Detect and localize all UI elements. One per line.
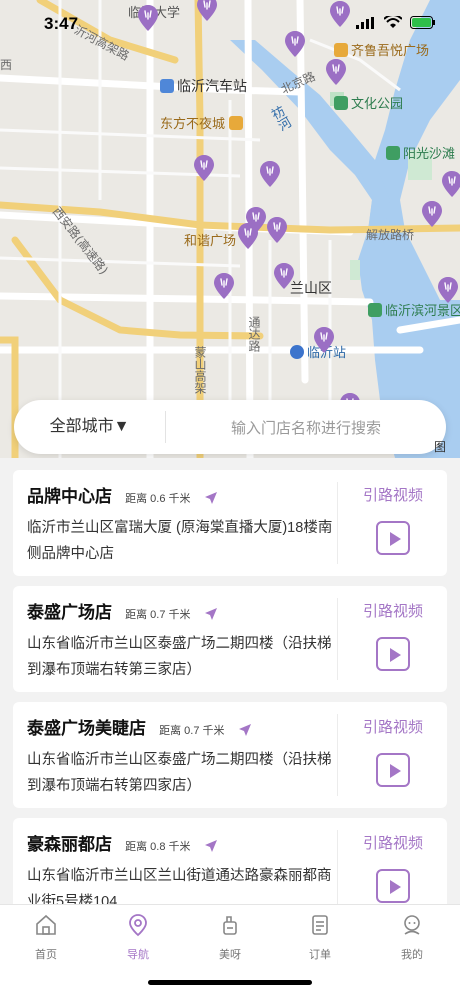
tab-home[interactable]: 首页 — [16, 913, 76, 962]
beauty-icon — [223, 916, 237, 935]
card-divider — [337, 714, 338, 796]
map-label-culture-park: 文化公园 — [334, 93, 403, 112]
store-address: 临沂市兰山区富瑞大厦 (原海棠直播大厦)18楼南侧品牌中心店 — [27, 520, 333, 562]
home-icon — [36, 914, 56, 935]
store-card[interactable]: 泰盛广场店 距离 0.7 千米 山东省临沂市兰山区泰盛广场二期四楼（沿扶梯到瀑布… — [13, 586, 447, 692]
store-address: 山东省临沂市兰山区泰盛广场二期四楼（沿扶梯到瀑布顶端右转第四家店） — [27, 752, 332, 794]
shopping-icon — [229, 116, 244, 130]
guide-video-label: 引路视频 — [362, 835, 423, 852]
tab-label: 订单 — [309, 949, 331, 961]
navigate-arrow-icon[interactable] — [204, 839, 218, 853]
wifi-icon — [384, 16, 402, 28]
card-divider — [337, 598, 338, 680]
store-address: 山东省临沂市兰山区兰山街道通达路豪森丽都商业街5号楼104 — [27, 868, 332, 904]
guide-video-button[interactable]: 引路视频 — [339, 832, 447, 903]
tab-label: 我的 — [401, 949, 423, 961]
store-card[interactable]: 泰盛广场美睫店 距离 0.7 千米 山东省临沂市兰山区泰盛广场二期四楼（沿扶梯到… — [13, 702, 447, 808]
order-icon — [312, 915, 328, 935]
train-icon — [290, 345, 304, 359]
park-icon — [386, 146, 400, 160]
map-label-tongda-road: 通达路 — [247, 316, 261, 352]
map-label-mengshan-highway: 蒙山高架 — [193, 346, 207, 394]
store-pin-icon[interactable] — [265, 216, 289, 244]
home-indicator — [148, 980, 312, 985]
navigate-arrow-icon[interactable] — [238, 723, 252, 737]
park-icon — [368, 303, 382, 317]
guide-video-label: 引路视频 — [362, 719, 423, 736]
tab-orders[interactable]: 订单 — [290, 913, 350, 962]
card-divider — [337, 830, 338, 904]
guide-video-button[interactable]: 引路视频 — [339, 484, 447, 555]
tab-label: 美呀 — [219, 949, 241, 961]
store-pin-icon[interactable] — [236, 222, 260, 250]
guide-video-button[interactable]: 引路视频 — [339, 716, 447, 787]
navigate-arrow-icon[interactable] — [204, 491, 218, 505]
tab-label: 导航 — [127, 949, 149, 961]
map-label-jiefang-bridge: 解放路桥 — [366, 228, 415, 242]
store-pin-icon[interactable] — [312, 326, 336, 354]
store-list: 品牌中心店 距离 0.6 千米 临沂市兰山区富瑞大厦 (原海棠直播大厦)18楼南… — [0, 458, 460, 904]
play-icon[interactable] — [376, 753, 410, 787]
play-icon[interactable] — [376, 637, 410, 671]
store-pin-icon[interactable] — [440, 170, 460, 198]
guide-video-button[interactable]: 引路视频 — [339, 600, 447, 671]
status-time: 3:47 — [44, 14, 79, 33]
guide-video-label: 引路视频 — [362, 487, 423, 504]
store-map[interactable]: 临沂大学 沂河高架路 西 临沂汽车站 东方不夜城 齐鲁吾悦广场 北京路 文化公园… — [0, 0, 460, 458]
map-provider-logo: 图 — [434, 440, 447, 454]
store-distance: 距离 0.8 千米 — [125, 841, 191, 853]
store-name: 豪森丽都店 — [27, 835, 112, 854]
store-search-bar: 全部城市▼ 输入门店名称进行搜索 — [14, 400, 446, 454]
play-icon[interactable] — [376, 521, 410, 555]
navigate-arrow-icon[interactable] — [204, 607, 218, 621]
profile-icon — [404, 915, 420, 935]
tab-profile[interactable]: 我的 — [382, 913, 442, 962]
store-pin-icon[interactable] — [420, 200, 444, 228]
store-name: 泰盛广场美睫店 — [27, 719, 146, 738]
battery-icon — [410, 16, 435, 29]
store-card[interactable]: 品牌中心店 距离 0.6 千米 临沂市兰山区富瑞大厦 (原海棠直播大厦)18楼南… — [13, 470, 447, 576]
park-icon — [334, 96, 348, 110]
store-name: 泰盛广场店 — [27, 603, 112, 622]
tab-beauty[interactable]: 美呀 — [200, 913, 260, 962]
location-pin-icon — [129, 914, 147, 937]
bus-icon — [160, 79, 174, 93]
status-bar: 3:47 — [0, 0, 460, 48]
map-label-sunshine-beach: 阳光沙滩 — [386, 143, 455, 162]
tab-navigation[interactable]: 导航 — [108, 913, 168, 962]
search-input[interactable]: 输入门店名称进行搜索 — [166, 417, 446, 438]
card-divider — [337, 482, 338, 564]
store-address: 山东省临沂市兰山区泰盛广场二期四楼（沿扶梯到瀑布顶端右转第三家店） — [27, 636, 332, 678]
store-distance: 距离 0.6 千米 — [125, 493, 191, 505]
map-label-lanshan: 兰山区 — [290, 281, 332, 297]
map-label-harmony-plaza: 和谐广场 — [184, 234, 237, 249]
store-pin-icon[interactable] — [436, 276, 460, 304]
map-label-xi: 西 — [0, 58, 13, 72]
store-pin-icon[interactable] — [272, 262, 296, 290]
map-label-night-city: 东方不夜城 — [160, 113, 246, 132]
store-card[interactable]: 豪森丽都店 距离 0.8 千米 山东省临沂市兰山区兰山街道通达路豪森丽都商业街5… — [13, 818, 447, 904]
store-name: 品牌中心店 — [27, 487, 112, 506]
store-pin-icon[interactable] — [212, 272, 236, 300]
guide-video-label: 引路视频 — [362, 603, 423, 620]
city-selector[interactable]: 全部城市▼ — [14, 411, 166, 443]
store-distance: 距离 0.7 千米 — [159, 725, 225, 737]
tab-label: 首页 — [35, 949, 57, 961]
store-pin-icon[interactable] — [192, 154, 216, 182]
store-pin-icon[interactable] — [258, 160, 282, 188]
store-pin-icon[interactable] — [324, 58, 348, 86]
signal-icon — [356, 16, 374, 29]
store-distance: 距离 0.7 千米 — [125, 609, 191, 621]
play-icon[interactable] — [376, 869, 410, 903]
map-label-bus-station: 临沂汽车站 — [160, 76, 247, 96]
